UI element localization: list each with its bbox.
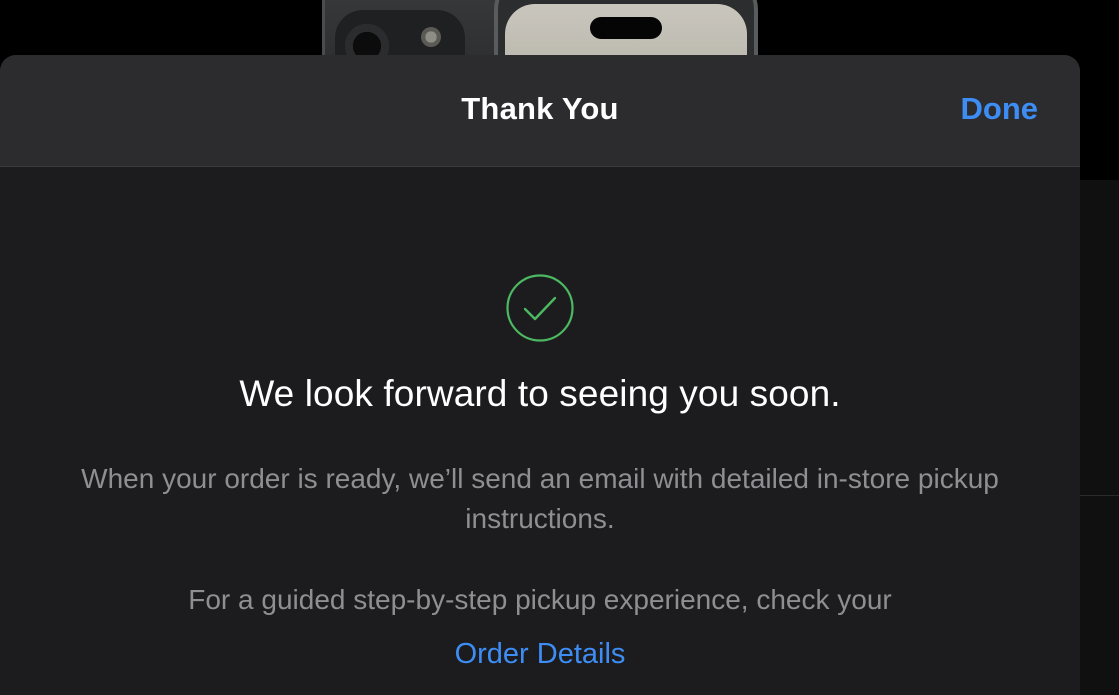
- order-details-link[interactable]: Order Details: [455, 638, 626, 670]
- done-button[interactable]: Done: [961, 91, 1039, 127]
- guided-pickup-text: For a guided step-by-step pickup experie…: [188, 584, 892, 615]
- sheet-header: Thank You Done: [0, 55, 1080, 167]
- confirmation-content: We look forward to seeing you soon. When…: [0, 167, 1080, 695]
- app-screen: Thank You Done We look forward to seeing…: [0, 0, 1119, 695]
- order-details-row: Order Details: [0, 638, 1080, 671]
- background-divider: [1080, 495, 1119, 496]
- background-dynamic-island: [590, 17, 662, 39]
- confirmation-headline: We look forward to seeing you soon.: [239, 373, 841, 414]
- pickup-email-message: When your order is ready, we’ll send an …: [81, 463, 999, 534]
- checkmark-circle-icon: [506, 274, 574, 342]
- thank-you-sheet: Thank You Done We look forward to seeing…: [0, 55, 1080, 695]
- background-page-edge: [1080, 180, 1119, 695]
- background-camera-flash: [421, 27, 441, 47]
- sheet-title: Thank You: [461, 91, 619, 126]
